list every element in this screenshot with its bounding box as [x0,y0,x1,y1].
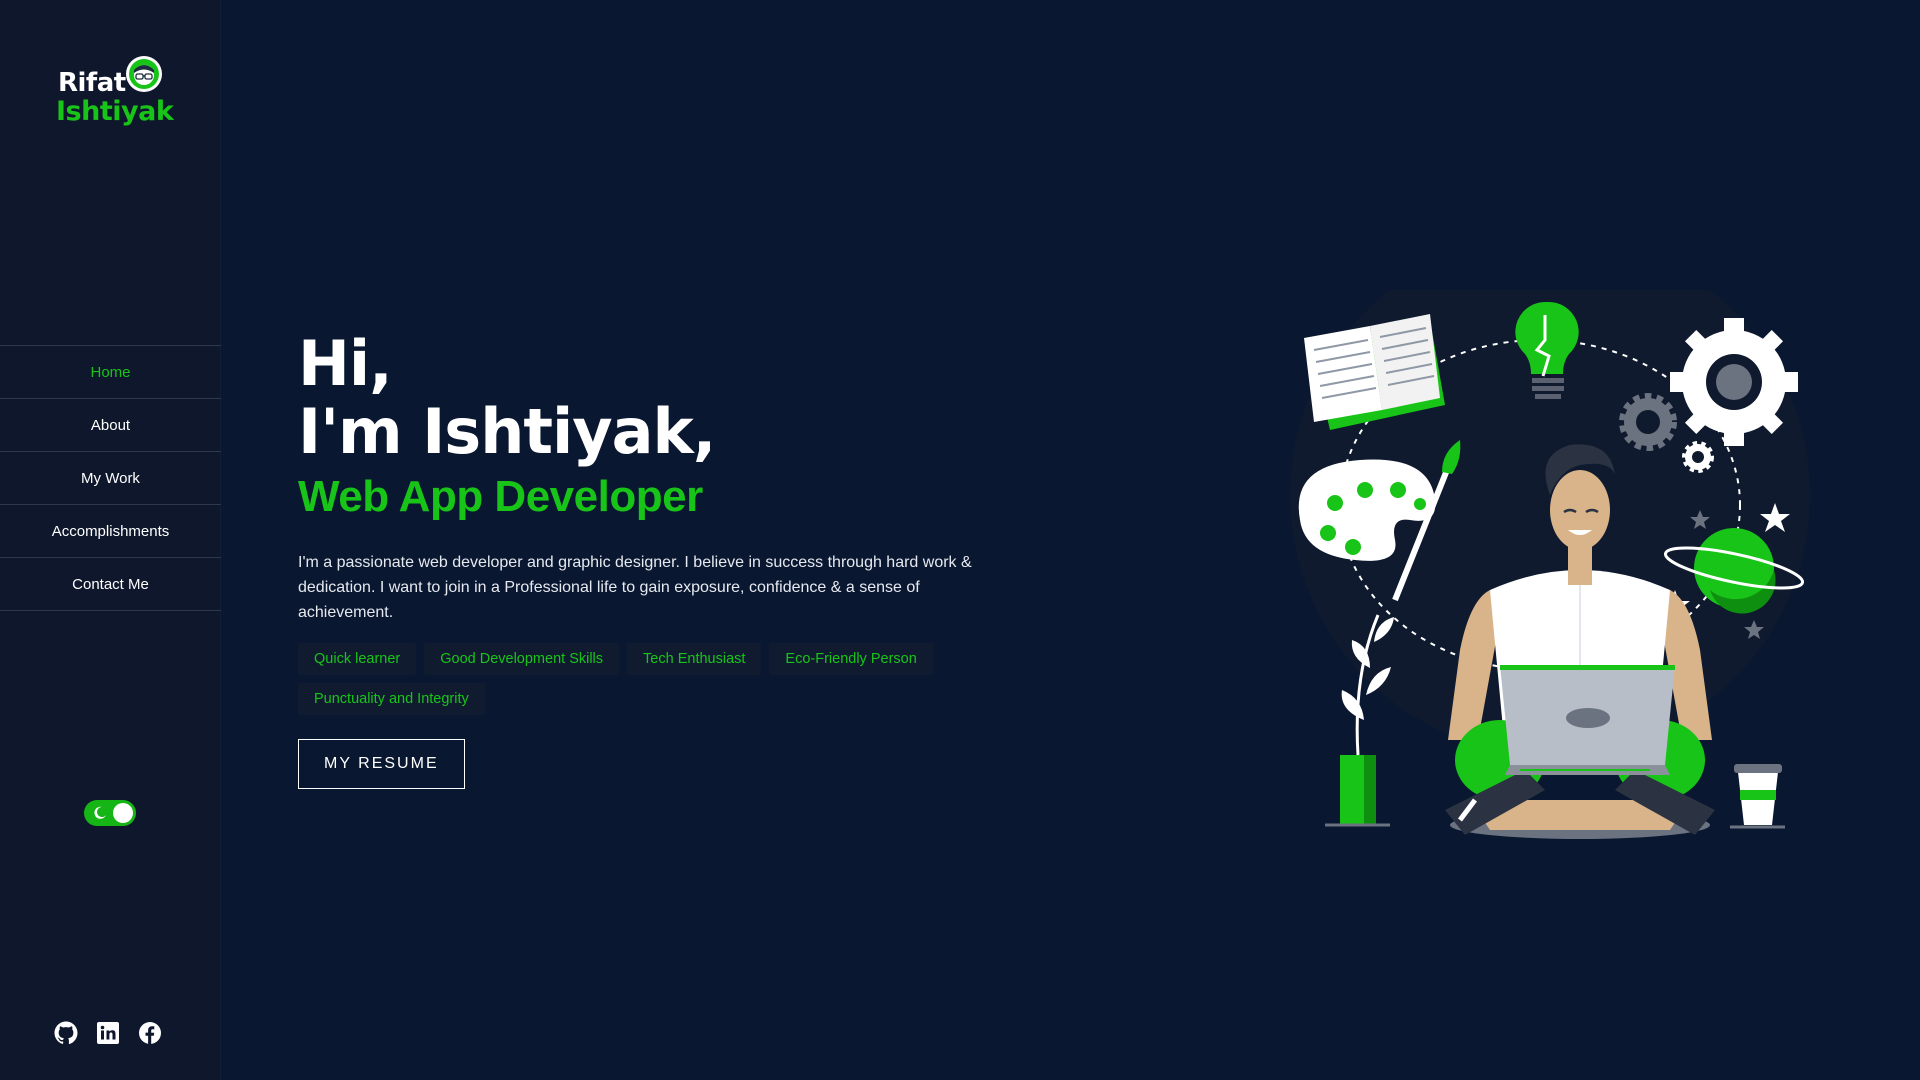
social-links [54,1021,162,1045]
skill-tag: Tech Enthusiast [627,643,762,675]
skill-tag: Quick learner [298,643,417,675]
hero-section: Hi, I'm Ishtiyak, Web App Developer I'm … [298,330,1018,789]
skill-tags: Quick learner Good Development Skills Te… [298,643,1018,715]
nav-item-accomplishments[interactable]: Accomplishments [0,505,221,558]
brand-logo[interactable]: Rifat Ishtiyak [56,52,176,132]
coffee-cup-icon [1730,764,1785,829]
greeting-line-2: I'm Ishtiyak, [298,395,716,468]
skill-tag: Eco-Friendly Person [769,643,933,675]
laptop-icon [1500,665,1675,775]
developer-illustration [1290,290,1810,839]
moon-icon [94,806,106,819]
linkedin-icon[interactable] [96,1021,120,1045]
facebook-icon[interactable] [138,1021,162,1045]
gear-icon [1670,318,1798,446]
theme-toggle[interactable] [84,800,136,826]
resume-button[interactable]: MY RESUME [298,739,465,789]
greeting-line-1: Hi, [298,327,393,400]
nav-item-contact-me[interactable]: Contact Me [0,558,221,611]
brand-last-name: Ishtiyak [56,96,174,127]
toggle-knob [113,803,133,823]
intro-paragraph: I'm a passionate web developer and graph… [298,554,972,621]
sidebar-nav: Home About My Work Accomplishments Conta… [0,345,221,611]
nav-item-home[interactable]: Home [0,346,221,399]
sidebar: Rifat Ishtiyak Home About My Work Accomp… [0,0,221,1080]
github-icon[interactable] [54,1021,78,1045]
brand-first-name: Rifat [58,68,126,98]
nav-item-about[interactable]: About [0,399,221,452]
nav-item-my-work[interactable]: My Work [0,452,221,505]
avatar-icon [126,56,162,92]
skill-tag: Good Development Skills [424,643,620,675]
role-title: Web App Developer [298,472,703,521]
skill-tag: Punctuality and Integrity [298,683,485,715]
